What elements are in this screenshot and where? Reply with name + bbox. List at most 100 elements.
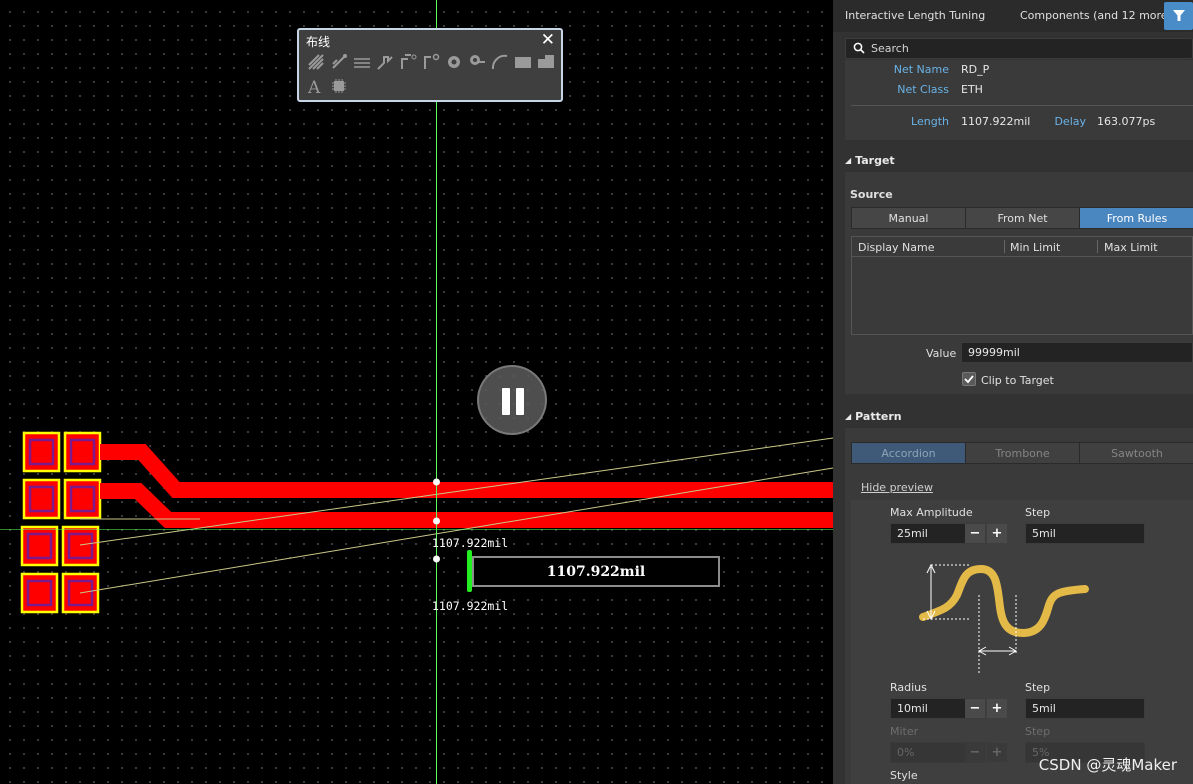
pad	[61, 525, 100, 567]
pattern-header-label: Pattern	[855, 410, 902, 423]
amplitude-step-input[interactable]: 5mil	[1025, 523, 1145, 544]
diff-pair-tune-icon[interactable]	[399, 53, 417, 71]
pattern-accordion-button[interactable]: Accordion	[852, 443, 966, 463]
pad	[63, 478, 102, 520]
length-label-top: 1107.922mil	[432, 536, 509, 550]
pattern-section-header[interactable]: ◢ Pattern	[845, 410, 902, 423]
net-info-section: Net Name RD_P Net Class ETH Length 1107.…	[845, 60, 1193, 140]
net-class-label: Net Class	[897, 83, 949, 96]
miter-label: Miter	[890, 725, 919, 738]
delay-label: Delay	[1054, 115, 1086, 128]
pad	[20, 525, 59, 567]
fill-icon[interactable]	[514, 53, 532, 71]
board-drawing	[0, 0, 833, 784]
length-tune-icon[interactable]	[376, 53, 394, 71]
net-class-value: ETH	[961, 83, 983, 96]
arc-icon[interactable]	[491, 53, 509, 71]
filter-button[interactable]	[1164, 2, 1193, 30]
net-name-value: RD_P	[961, 63, 990, 76]
route-interactive-icon[interactable]	[307, 53, 325, 71]
column-max-limit[interactable]: Max Limit	[1104, 241, 1158, 254]
grid-header: Display Name Min Limit Max Limit	[852, 237, 1193, 257]
routing-toolbar[interactable]: 布线 ✕ A	[297, 28, 563, 102]
style-label: Style	[890, 769, 918, 782]
accordion-preview-icon	[919, 563, 1089, 673]
miter-step-label: Step	[1025, 725, 1051, 738]
value-label: Value	[926, 347, 957, 360]
source-manual-button[interactable]: Manual	[852, 208, 966, 228]
collapse-triangle-icon: ◢	[845, 412, 852, 421]
handle	[433, 555, 440, 563]
clip-to-target-label: Clip to Target	[981, 374, 1054, 387]
rules-grid[interactable]: Display Name Min Limit Max Limit	[851, 236, 1193, 335]
app-window: 1107.922mil 1107.922mil 1107.922mil 布线 ✕…	[0, 0, 1193, 784]
pause-button[interactable]	[477, 365, 547, 435]
clip-to-target-checkbox[interactable]	[962, 372, 976, 386]
source-from-net-button[interactable]: From Net	[966, 208, 1080, 228]
filter-icon	[1172, 10, 1185, 21]
svg-text:A: A	[307, 78, 321, 95]
pattern-selector: Accordion Trombone Sawtooth	[851, 442, 1193, 464]
length-value: 1107.922mil	[961, 115, 1031, 128]
search-input[interactable]: Search	[845, 38, 1193, 59]
pad-group	[20, 431, 102, 614]
radius-step-input[interactable]: 5mil	[1025, 698, 1145, 719]
target-header-label: Target	[855, 154, 895, 167]
diff-pair-route-icon[interactable]	[330, 53, 348, 71]
pad	[22, 478, 61, 520]
collapse-triangle-icon: ◢	[845, 156, 852, 165]
close-icon[interactable]: ✕	[541, 30, 555, 50]
divider	[851, 105, 1193, 106]
pattern-sawtooth-button[interactable]: Sawtooth	[1080, 443, 1193, 463]
radius-label: Radius	[890, 681, 927, 694]
length-label: Length	[911, 115, 949, 128]
miter-decrement-button: −	[965, 743, 985, 762]
length-gauge: 1107.922mil	[472, 556, 720, 587]
miter-increment-button: +	[987, 743, 1007, 762]
handle	[433, 517, 440, 525]
radius-increment-button[interactable]: +	[987, 699, 1007, 718]
search-placeholder: Search	[871, 42, 909, 55]
pad	[22, 431, 61, 473]
source-label: Source	[850, 188, 893, 201]
panel-title: Interactive Length Tuning	[845, 9, 986, 22]
target-section-header[interactable]: ◢ Target	[845, 154, 895, 167]
hide-preview-link[interactable]: Hide preview	[861, 481, 933, 494]
search-icon	[853, 42, 865, 54]
source-from-rules-button[interactable]: From Rules	[1080, 208, 1193, 228]
column-min-limit[interactable]: Min Limit	[1010, 241, 1060, 254]
polygon-icon[interactable]	[537, 53, 555, 71]
target-value-input[interactable]: 99999mil	[961, 342, 1193, 363]
net-name-label: Net Name	[893, 63, 949, 76]
checkmark-icon	[964, 375, 974, 384]
column-display-name[interactable]: Display Name	[858, 241, 935, 254]
amplitude-decrement-button[interactable]: −	[965, 524, 985, 543]
pcb-canvas[interactable]: 1107.922mil 1107.922mil 1107.922mil 布线 ✕…	[0, 0, 833, 784]
watermark: CSDN @灵魂Maker	[1038, 756, 1177, 774]
component-icon[interactable]	[330, 77, 348, 95]
diff-pair-skew-tune-icon[interactable]	[422, 53, 440, 71]
amplitude-increment-button[interactable]: +	[987, 524, 1007, 543]
pad	[63, 431, 102, 473]
radius-step-label: Step	[1025, 681, 1051, 694]
radius-decrement-button[interactable]: −	[965, 699, 985, 718]
length-label-bottom: 1107.922mil	[432, 599, 509, 613]
source-selector: Manual From Net From Rules	[851, 207, 1193, 229]
toolbar-row: A	[307, 77, 348, 95]
fanout-icon[interactable]	[468, 53, 486, 71]
delay-value: 163.077ps	[1097, 115, 1156, 128]
max-amplitude-label: Max Amplitude	[890, 506, 973, 519]
pause-icon	[502, 388, 510, 415]
string-text-icon[interactable]: A	[307, 77, 325, 95]
toolbar-row	[307, 53, 555, 71]
multi-route-icon[interactable]	[353, 53, 371, 71]
track-upper	[100, 444, 833, 498]
via-icon[interactable]	[445, 53, 463, 71]
components-filter-dropdown[interactable]: Components (and 12 more)	[1020, 9, 1172, 22]
amplitude-step-label: Step	[1025, 506, 1051, 519]
pad	[20, 572, 59, 614]
properties-panel: Interactive Length Tuning Components (an…	[833, 0, 1193, 784]
panel-header: Interactive Length Tuning Components (an…	[833, 0, 1193, 32]
toolbar-title: 布线	[306, 35, 331, 49]
pattern-trombone-button[interactable]: Trombone	[966, 443, 1080, 463]
